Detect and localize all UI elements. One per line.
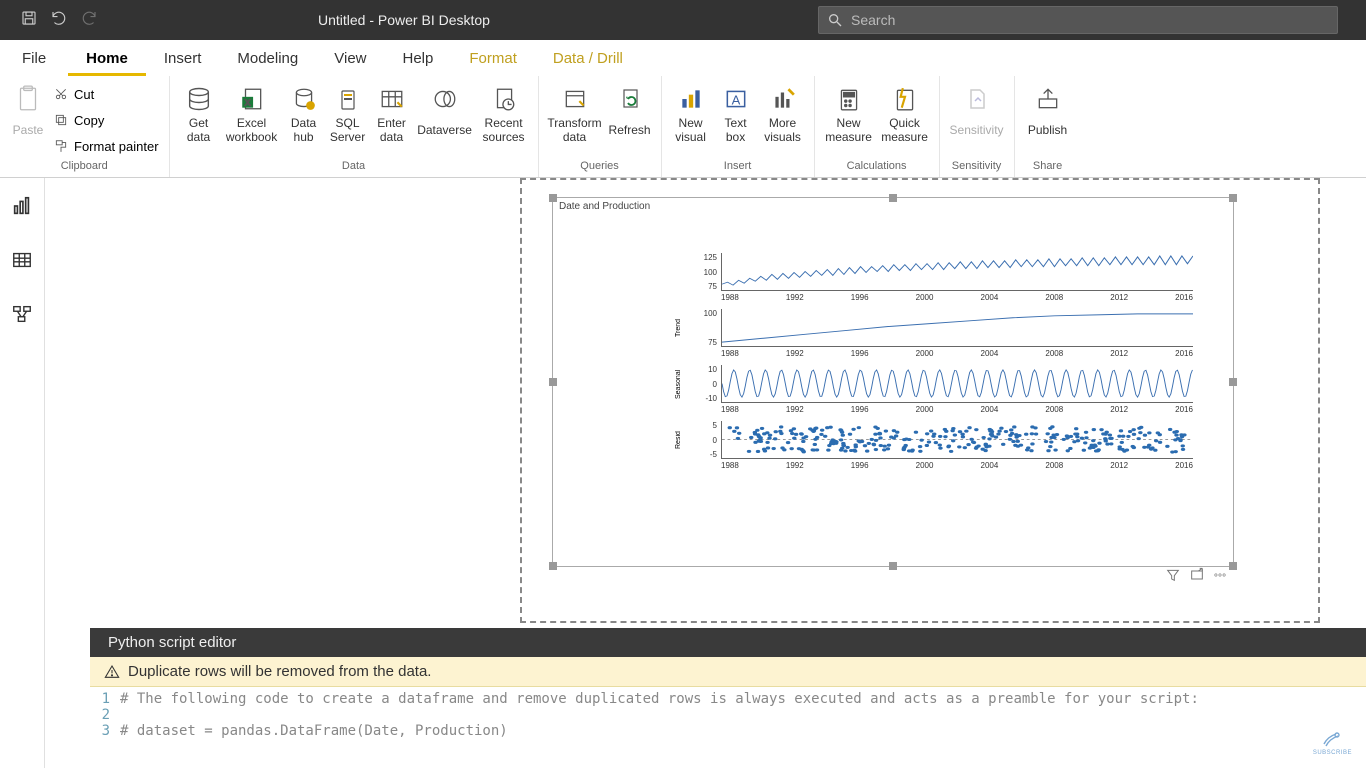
- transform-data-button[interactable]: Transform data: [545, 80, 605, 160]
- tab-format[interactable]: Format: [451, 42, 535, 76]
- filter-icon[interactable]: [1165, 567, 1181, 588]
- data-hub-button[interactable]: Data hub: [282, 80, 326, 160]
- get-data-button[interactable]: Get data: [176, 80, 222, 160]
- tab-modeling[interactable]: Modeling: [219, 42, 316, 76]
- dataverse-button[interactable]: Dataverse: [414, 80, 476, 160]
- copy-button[interactable]: Copy: [54, 108, 159, 132]
- tab-view[interactable]: View: [316, 42, 384, 76]
- plot-resid: Resid 50-5 19881992199620002004200820122…: [693, 421, 1193, 471]
- report-view-icon[interactable]: [6, 190, 38, 222]
- python-editor-panel: Python script editor Duplicate rows will…: [90, 628, 1366, 768]
- more-options-icon[interactable]: [1213, 567, 1227, 588]
- data-view-icon[interactable]: [6, 244, 38, 276]
- plot-seasonal: Seasonal 100-10 198819921996200020042008…: [693, 365, 1193, 415]
- ribbon: Paste Cut Copy Format painter Clipboard …: [0, 76, 1366, 178]
- plot-observed: 12510075 1988199219962000200420082012201…: [693, 253, 1193, 303]
- tab-help[interactable]: Help: [385, 42, 452, 76]
- enter-data-button[interactable]: Enter data: [370, 80, 414, 160]
- recent-sources-button[interactable]: Recent sources: [476, 80, 532, 160]
- sensitivity-button[interactable]: Sensitivity: [946, 80, 1008, 160]
- redo-icon[interactable]: [80, 9, 98, 32]
- group-calculations-label: Calculations: [821, 160, 933, 175]
- report-canvas[interactable]: Date and Production 12510075 19881992199…: [45, 178, 1366, 768]
- group-share-label: Share: [1021, 160, 1075, 175]
- excel-workbook-button[interactable]: XExcel workbook: [222, 80, 282, 160]
- group-queries-label: Queries: [545, 160, 655, 175]
- plot-trend: Trend 10075 1988199219962000200420082012…: [693, 309, 1193, 359]
- tab-data-drill[interactable]: Data / Drill: [535, 42, 641, 76]
- tab-home[interactable]: Home: [68, 42, 146, 76]
- left-rail: [0, 178, 45, 768]
- sql-server-button[interactable]: SQL Server: [326, 80, 370, 160]
- svg-text:X: X: [244, 98, 250, 108]
- paste-button[interactable]: Paste: [6, 80, 50, 160]
- save-icon[interactable]: [20, 9, 38, 32]
- more-visuals-button[interactable]: More visuals: [758, 80, 808, 160]
- publish-button[interactable]: Publish: [1021, 80, 1075, 160]
- tab-file[interactable]: File: [0, 42, 68, 76]
- canvas-page: Date and Production 12510075 19881992199…: [520, 178, 1320, 623]
- group-sensitivity-label: Sensitivity: [946, 160, 1008, 175]
- group-insert-label: Insert: [668, 160, 808, 175]
- text-box-button[interactable]: AText box: [714, 80, 758, 160]
- new-visual-button[interactable]: New visual: [668, 80, 714, 160]
- new-measure-button[interactable]: New measure: [821, 80, 877, 160]
- cut-button[interactable]: Cut: [54, 82, 159, 106]
- menu-bar: File Home Insert Modeling View Help Form…: [0, 40, 1366, 76]
- tab-insert[interactable]: Insert: [146, 42, 220, 76]
- subscribe-watermark: SUBSCRIBE: [1313, 730, 1352, 756]
- search-icon: [827, 12, 843, 28]
- group-data-label: Data: [176, 160, 532, 175]
- format-painter-button[interactable]: Format painter: [54, 134, 159, 158]
- search-placeholder: Search: [851, 12, 895, 28]
- svg-text:A: A: [731, 92, 740, 107]
- model-view-icon[interactable]: [6, 298, 38, 330]
- focus-mode-icon[interactable]: [1189, 567, 1205, 588]
- quick-measure-button[interactable]: Quick measure: [877, 80, 933, 160]
- group-clipboard-label: Clipboard: [6, 160, 163, 175]
- undo-icon[interactable]: [50, 9, 68, 32]
- editor-warning: Duplicate rows will be removed from the …: [90, 657, 1366, 687]
- refresh-button[interactable]: Refresh: [605, 80, 655, 160]
- window-title: Untitled - Power BI Desktop: [318, 12, 490, 28]
- warning-icon: [104, 664, 120, 680]
- python-visual[interactable]: Date and Production 12510075 19881992199…: [552, 197, 1234, 567]
- search-box[interactable]: Search: [818, 6, 1338, 34]
- editor-title[interactable]: Python script editor: [90, 628, 1366, 657]
- code-editor[interactable]: 1# The following code to create a datafr…: [90, 687, 1366, 768]
